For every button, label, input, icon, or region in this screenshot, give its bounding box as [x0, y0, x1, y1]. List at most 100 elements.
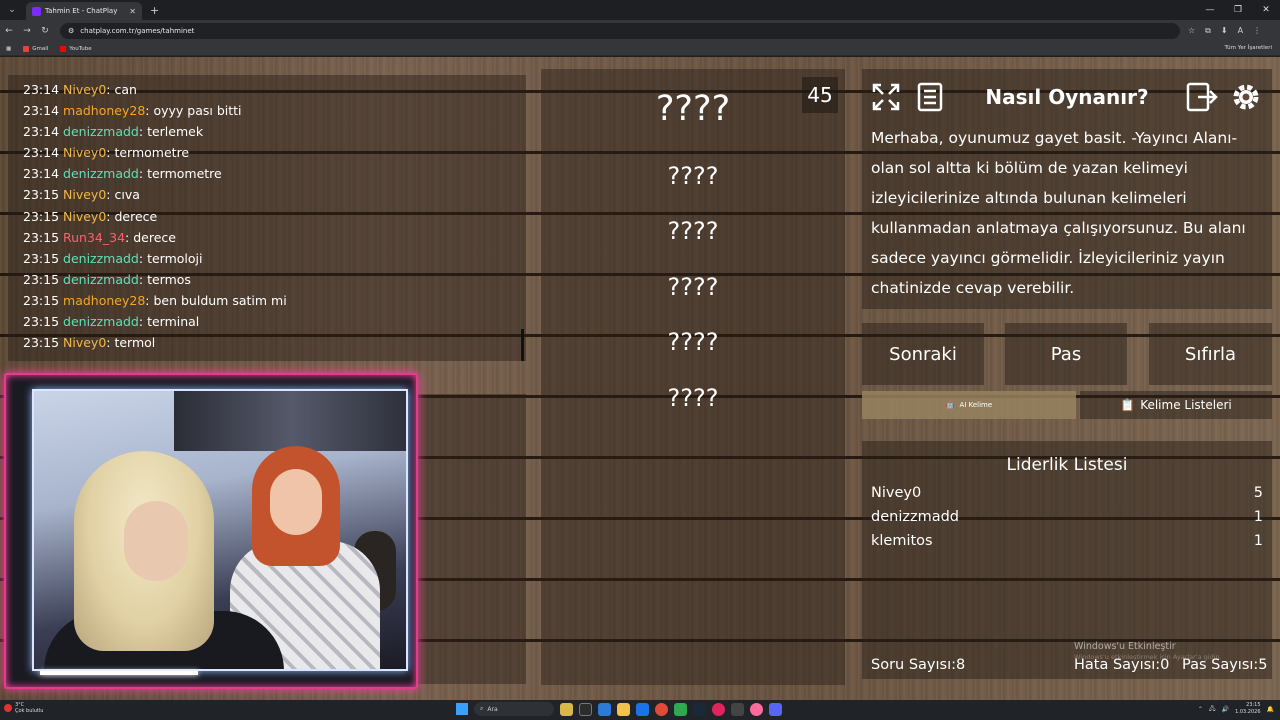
chat-username[interactable]: madhoney28: [63, 103, 145, 118]
chat-time: 23:14: [23, 82, 60, 97]
store-icon[interactable]: [636, 702, 649, 716]
chat-username[interactable]: Nivey0: [63, 145, 106, 160]
volume-icon[interactable]: 🔊: [1222, 706, 1229, 713]
xbox-icon[interactable]: [674, 702, 687, 716]
apps-icon[interactable]: ▦: [6, 46, 11, 52]
chat-username[interactable]: Nivey0: [63, 82, 106, 97]
gmail-icon: [23, 45, 30, 52]
browser-tab[interactable]: Tahmin Et - ChatPlay ✕: [26, 2, 142, 20]
windows-start-icon[interactable]: [456, 703, 468, 715]
new-tab-icon[interactable]: +: [150, 4, 159, 17]
chat-time: 23:15: [23, 335, 60, 351]
chat-username[interactable]: Run34_34: [63, 230, 125, 245]
site-info-icon[interactable]: ⚙: [68, 27, 74, 35]
bookmark-star-icon[interactable]: ☆: [1188, 26, 1195, 36]
chat-message: 23:14 Nivey0: termometre: [23, 145, 190, 161]
robot-icon: 🤖: [945, 401, 955, 409]
pass-button[interactable]: Pas: [1005, 323, 1127, 385]
chat-time: 23:14: [23, 145, 60, 161]
clock[interactable]: 23:15 1.03.2026: [1235, 702, 1260, 716]
chat-message: 23:15 Run34_34: derece: [23, 229, 176, 245]
copilot-icon[interactable]: [598, 702, 611, 716]
profile-icon[interactable]: A: [1238, 26, 1243, 36]
address-bar[interactable]: ⚙ chatplay.com.tr/games/tahminet: [60, 23, 1180, 39]
taskbar-apps: ⌕ Ara: [456, 702, 782, 716]
weather-widget[interactable]: 3°C Çok bulutlu: [4, 702, 43, 714]
chat-message: 23:14 madhoney28: oyyy pası bitti: [23, 103, 242, 119]
webcam-video: [32, 389, 408, 671]
bookmark-youtube[interactable]: YouTube: [60, 45, 92, 52]
steam-icon[interactable]: [693, 702, 706, 716]
app-icon[interactable]: [750, 702, 763, 716]
maximize-icon[interactable]: ❐: [1224, 0, 1252, 20]
game-page: 23:14 Nivey0: can 23:14 madhoney28: oyyy …: [0, 57, 1280, 700]
chat-username[interactable]: denizzmadd: [63, 251, 139, 266]
exit-icon[interactable]: [1184, 79, 1220, 115]
taskbar-search[interactable]: ⌕ Ara: [474, 702, 554, 716]
leaderboard-score: 1: [1253, 509, 1263, 525]
chat-username[interactable]: denizzmadd: [63, 272, 139, 287]
chat-text: ben buldum satim mi: [153, 292, 287, 308]
chat-text: oyyy pası bitti: [153, 103, 242, 119]
browser-toolbar: ← → ↻ ⚙ chatplay.com.tr/games/tahminet ☆…: [0, 20, 1280, 42]
chat-time: 23:15: [23, 250, 60, 266]
notification-icon[interactable]: 🔔: [1267, 706, 1274, 713]
reset-button[interactable]: Sıfırla: [1149, 323, 1272, 385]
discord-icon[interactable]: [769, 702, 782, 716]
chat-username[interactable]: Nivey0: [63, 187, 106, 202]
chat-username[interactable]: madhoney28: [63, 293, 145, 308]
extensions-icon[interactable]: ⧉: [1205, 26, 1211, 36]
chat-message: 23:15 Nivey0: derece: [23, 208, 158, 224]
tab-search-icon[interactable]: ⌄: [4, 2, 20, 18]
chat-username[interactable]: denizzmadd: [63, 314, 139, 329]
chat-username[interactable]: Nivey0: [63, 335, 106, 350]
chat-time: 23:14: [23, 124, 60, 140]
forward-icon[interactable]: →: [18, 26, 36, 36]
tab-close-icon[interactable]: ✕: [129, 7, 136, 16]
chat-text: derece: [114, 208, 158, 224]
word-lists-button[interactable]: 📋 Kelime Listeleri: [1080, 391, 1272, 419]
chat-time: 23:15: [23, 271, 60, 287]
chat-list: 23:14 Nivey0: can 23:14 madhoney28: oyyy …: [8, 75, 526, 353]
all-bookmarks[interactable]: Tüm Yer İşaretleri: [1225, 45, 1272, 51]
reload-icon[interactable]: ↻: [36, 26, 54, 36]
chat-scrollbar[interactable]: [521, 329, 524, 361]
chat-text: termos: [147, 271, 191, 287]
epic-icon[interactable]: [731, 702, 744, 716]
network-icon[interactable]: 🖧: [1209, 704, 1216, 714]
file-explorer-icon[interactable]: [617, 702, 630, 716]
leaderboard-title: Liderlik Listesi: [1006, 455, 1128, 475]
download-icon[interactable]: ⬇: [1221, 26, 1228, 36]
window-controls: — ❐ ✕: [1196, 0, 1280, 20]
chat-message: 23:14 Nivey0: can: [23, 82, 137, 97]
bookmark-gmail[interactable]: Gmail: [23, 45, 48, 52]
menu-icon[interactable]: ⋮: [1253, 26, 1261, 36]
question-count: Soru Sayısı:8: [871, 657, 966, 673]
widget-icon[interactable]: [560, 702, 573, 716]
next-button[interactable]: Sonraki: [862, 323, 984, 385]
chat-username[interactable]: Nivey0: [63, 209, 106, 224]
forbidden-word: ????: [667, 162, 719, 190]
chat-time: 23:15: [23, 208, 60, 224]
toolbar-icons: ☆ ⧉ ⬇ A ⋮: [1188, 26, 1261, 36]
chat-text: derece: [133, 229, 176, 245]
back-icon[interactable]: ←: [0, 26, 18, 36]
task-view-icon[interactable]: [579, 702, 592, 716]
chat-message: 23:15 madhoney28: ben buldum satim mi: [23, 292, 287, 308]
chat-panel: 23:14 Nivey0: can 23:14 madhoney28: oyyy …: [8, 75, 526, 361]
how-to-play-panel: Nasıl Oynanır? Merhaba, oyunumuz gayet b…: [862, 69, 1272, 309]
tray-arrow-icon[interactable]: ⌃: [1198, 706, 1203, 713]
close-window-icon[interactable]: ✕: [1252, 0, 1280, 20]
chat-username[interactable]: denizzmadd: [63, 166, 139, 181]
webcam-overlay: [4, 373, 418, 689]
chat-time: 23:15: [23, 187, 60, 203]
ai-words-button[interactable]: 🤖 AI Kelime: [862, 391, 1076, 419]
windows-taskbar: 3°C Çok bulutlu ⌕ Ara ⌃ 🖧 🔊 23:15 1.03.2…: [0, 700, 1280, 720]
obs-icon[interactable]: [712, 702, 725, 716]
leaderboard-score: 1: [1253, 533, 1263, 549]
settings-gear-icon[interactable]: [1228, 79, 1264, 115]
minimize-icon[interactable]: —: [1196, 0, 1224, 20]
chat-username[interactable]: denizzmadd: [63, 124, 139, 139]
chrome-icon[interactable]: [655, 702, 668, 716]
chat-text: termometre: [114, 145, 190, 161]
